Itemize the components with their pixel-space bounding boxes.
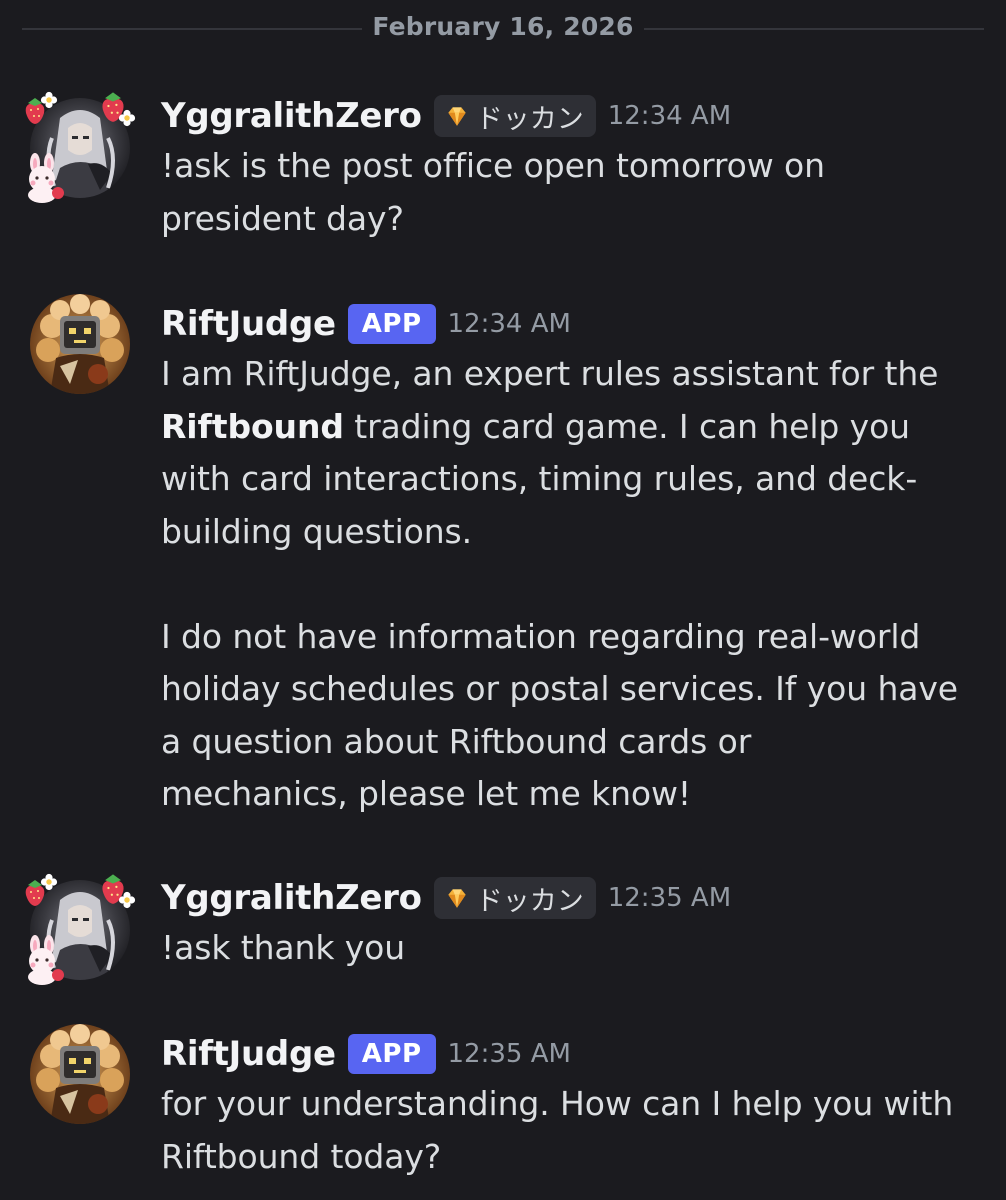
message-line: Riftbound trading card game. I can help …	[161, 401, 981, 454]
username[interactable]: YggralithZero	[161, 96, 422, 136]
username[interactable]: RiftJudge	[161, 1034, 336, 1074]
message-content: !ask thank you	[161, 922, 981, 975]
role-tag-label: ドッカン	[475, 103, 584, 135]
message-header: YggralithZero ドッカン 12:34 AM	[161, 93, 731, 139]
message-line: building questions.	[161, 511, 473, 551]
message-header: YggralithZero ドッカン 12:35 AM	[161, 875, 731, 921]
message-line: a question about Riftbound cards or	[161, 721, 752, 761]
username[interactable]: YggralithZero	[161, 878, 422, 918]
user-avatar[interactable]	[30, 880, 130, 980]
message-line: !ask thank you	[161, 928, 406, 967]
message-line: I am RiftJudge, an expert rules assistan…	[161, 354, 939, 393]
message: YggralithZero ドッカン 12:34 AM !ask is the …	[0, 93, 1006, 253]
message-content: !ask is the post office open tomorrow on…	[161, 140, 981, 245]
divider-line-right	[644, 28, 984, 30]
message: RiftJudge APP 12:35 AM for your understa…	[0, 1031, 1006, 1200]
role-tag[interactable]: ドッカン	[433, 877, 596, 919]
riftjudge-avatar-image	[30, 1024, 130, 1124]
app-badge: APP	[347, 304, 436, 344]
date-divider: February 16, 2026	[0, 0, 1006, 56]
message-content: for your understanding. How can I help y…	[161, 1078, 981, 1183]
message-header: RiftJudge APP 12:34 AM	[161, 301, 571, 347]
date-divider-text: February 16, 2026	[372, 12, 634, 41]
yggralith-avatar-image	[30, 880, 130, 980]
role-tag-label: ドッカン	[475, 885, 584, 917]
message-line: with card interactions, timing rules, an…	[161, 459, 918, 498]
message-line: for your understanding. How can I help y…	[161, 1084, 954, 1123]
bold-text: Riftbound	[161, 406, 344, 446]
message-line: mechanics, please let me know!	[161, 774, 692, 813]
message-line: I do not have information regarding real…	[161, 616, 921, 656]
message-line: Riftbound today?	[161, 1136, 442, 1176]
role-tag[interactable]: ドッカン	[433, 95, 596, 137]
message: RiftJudge APP 12:34 AM I am RiftJudge, a…	[0, 301, 1006, 841]
divider-line-left	[22, 28, 362, 30]
yggralith-avatar-image	[30, 98, 130, 198]
gem-icon	[444, 885, 470, 911]
app-badge: APP	[347, 1034, 436, 1074]
username[interactable]: RiftJudge	[161, 304, 336, 344]
gem-icon	[444, 103, 470, 129]
bot-avatar[interactable]	[30, 1024, 130, 1124]
timestamp: 12:34 AM	[447, 309, 571, 339]
timestamp: 12:34 AM	[607, 101, 732, 131]
user-avatar[interactable]	[30, 98, 130, 198]
message-header: RiftJudge APP 12:35 AM	[161, 1031, 571, 1077]
riftjudge-avatar-image	[30, 294, 130, 394]
timestamp: 12:35 AM	[607, 883, 732, 913]
bot-avatar[interactable]	[30, 294, 130, 394]
message-line: holiday schedules or postal services. If…	[161, 669, 959, 708]
message-line: !ask is the post office open tomorrow on	[161, 146, 825, 185]
message-line-rest: trading card game. I can help you	[343, 406, 910, 446]
timestamp: 12:35 AM	[447, 1039, 571, 1069]
message: YggralithZero ドッカン 12:35 AM !ask thank y…	[0, 875, 1006, 985]
message-content: I am RiftJudge, an expert rules assistan…	[161, 348, 981, 821]
message-line: president day?	[161, 198, 404, 238]
